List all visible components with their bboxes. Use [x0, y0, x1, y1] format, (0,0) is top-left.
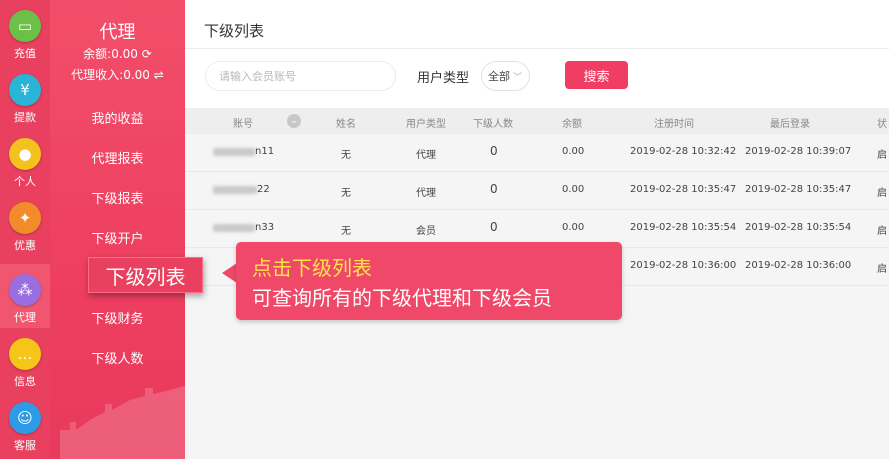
column-header-account: 账号	[233, 119, 253, 130]
chat-icon: …	[9, 338, 41, 370]
sub-count-cell: 0	[490, 144, 498, 158]
agent-sidebar: 代理 余额:0.00 ⟳ 代理收入:0.00 ⇌ 我的收益 代理报表 下级报表 …	[50, 0, 185, 459]
rail-item-message[interactable]: … 信息	[0, 328, 50, 392]
network-icon: ⁂	[9, 274, 41, 306]
main-content: 下级列表 用户类型 全部 ﹀ 搜索 账号 ⌄ 姓名 用户类型 下级人数 余额 注…	[185, 0, 889, 459]
registered-cell: 2019-02-28 10:36:00	[630, 260, 737, 271]
ticket-icon: ✦	[9, 202, 41, 234]
rail-label: 个人	[14, 175, 36, 188]
table-row[interactable]: 22 无 代理 0 0.00 2019-02-28 10:35:47 2019-…	[185, 172, 889, 210]
great-wall-decoration	[60, 386, 185, 459]
rail-label: 客服	[14, 439, 36, 452]
rail-label: 充值	[14, 47, 36, 60]
column-header-last-login: 最后登录	[770, 119, 810, 130]
registered-cell: 2019-02-28 10:35:54	[630, 222, 737, 233]
rail-item-withdraw[interactable]: ¥ 提款	[0, 64, 50, 128]
last-login-cell: 2019-02-28 10:35:47	[745, 184, 852, 195]
chevron-down-icon[interactable]: ⌄	[287, 114, 301, 128]
balance-text: 余额:0.00 ⟳	[83, 47, 152, 61]
column-header-user-type: 用户类型	[406, 119, 446, 130]
tutorial-tooltip: 点击下级列表 可查询所有的下级代理和下级会员	[236, 242, 622, 320]
masked-account	[213, 186, 257, 194]
last-login-cell: 2019-02-28 10:36:00	[745, 260, 852, 271]
status-cell: 启	[877, 150, 887, 161]
wallet-icon: ▭	[9, 10, 41, 42]
rail-label: 信息	[14, 375, 36, 388]
last-login-cell: 2019-02-28 10:39:07	[745, 146, 852, 157]
filter-panel: 下级列表 用户类型 全部 ﹀ 搜索	[185, 0, 889, 108]
divider	[185, 48, 889, 49]
column-header-name: 姓名	[336, 119, 356, 130]
table-row[interactable]: n11 无 代理 0 0.00 2019-02-28 10:32:42 2019…	[185, 134, 889, 172]
status-cell: 启	[877, 226, 887, 237]
account-cell: n33	[255, 222, 275, 233]
column-header-sub-count: 下级人数	[473, 119, 513, 130]
status-cell: 启	[877, 264, 887, 275]
rail-item-agent[interactable]: ⁂ 代理	[0, 264, 50, 328]
rail-label: 优惠	[14, 239, 36, 252]
tooltip-heading: 点击下级列表	[252, 256, 372, 280]
balance-cell: 0.00	[562, 184, 585, 195]
rail-item-personal[interactable]: ● 个人	[0, 128, 50, 192]
name-cell: 无	[341, 150, 351, 161]
sidebar-item-sub-finance[interactable]: 下级财务	[50, 308, 185, 327]
rail-item-support[interactable]: ☺ 客服	[0, 392, 50, 456]
type-cell: 代理	[416, 188, 436, 199]
user-type-select[interactable]: 全部 ﹀	[481, 61, 530, 91]
rail-label: 代理	[14, 311, 36, 324]
masked-account	[213, 148, 255, 156]
rail-label: 提款	[14, 111, 36, 124]
last-login-cell: 2019-02-28 10:35:54	[745, 222, 852, 233]
balance-cell: 0.00	[562, 146, 585, 157]
user-type-value: 全部	[488, 70, 510, 83]
sub-count-cell: 0	[490, 220, 498, 234]
headset-icon: ☺	[9, 402, 41, 434]
type-cell: 会员	[416, 226, 436, 237]
user-icon: ●	[9, 138, 41, 170]
sub-count-cell: 0	[490, 182, 498, 196]
sidebar-title: 代理	[99, 22, 136, 43]
tooltip-description: 可查询所有的下级代理和下级会员	[252, 286, 552, 310]
registered-cell: 2019-02-28 10:32:42	[630, 146, 737, 157]
highlighted-menu-label[interactable]: 下级列表	[88, 257, 203, 293]
account-cell: 22	[257, 184, 270, 195]
status-cell: 启	[877, 188, 887, 199]
column-header-balance: 余额	[562, 119, 582, 130]
name-cell: 无	[341, 188, 351, 199]
page-title: 下级列表	[204, 22, 265, 40]
balance-cell: 0.00	[562, 222, 585, 233]
search-button[interactable]: 搜索	[565, 61, 628, 89]
rail-item-recharge[interactable]: ▭ 充值	[0, 0, 50, 64]
icon-rail: ▭ 充值 ¥ 提款 ● 个人 ✦ 优惠 ⁂ 代理 … 信息 ☺ 客服	[0, 0, 50, 459]
masked-account	[213, 224, 255, 232]
name-cell: 无	[341, 226, 351, 237]
chevron-down-icon: ﹀	[513, 72, 523, 83]
table-header: 账号 ⌄ 姓名 用户类型 下级人数 余额 注册时间 最后登录 状	[185, 108, 889, 134]
sidebar-item-sub-account-open[interactable]: 下级开户	[50, 228, 185, 247]
money-bag-icon: ¥	[9, 74, 41, 106]
member-account-search-input[interactable]	[205, 61, 396, 91]
tooltip-arrow	[222, 263, 237, 283]
column-header-registered: 注册时间	[654, 119, 694, 130]
sidebar-item-my-earnings[interactable]: 我的收益	[50, 108, 185, 127]
type-cell: 代理	[416, 150, 436, 161]
agent-income-text: 代理收入:0.00 ⇌	[71, 68, 164, 82]
rail-item-promo[interactable]: ✦ 优惠	[0, 192, 50, 256]
sidebar-item-sub-report[interactable]: 下级报表	[50, 188, 185, 207]
column-header-status: 状	[877, 119, 887, 130]
sidebar-item-agent-report[interactable]: 代理报表	[50, 148, 185, 167]
registered-cell: 2019-02-28 10:35:47	[630, 184, 737, 195]
account-cell: n11	[255, 146, 275, 157]
user-type-label: 用户类型	[417, 71, 470, 86]
